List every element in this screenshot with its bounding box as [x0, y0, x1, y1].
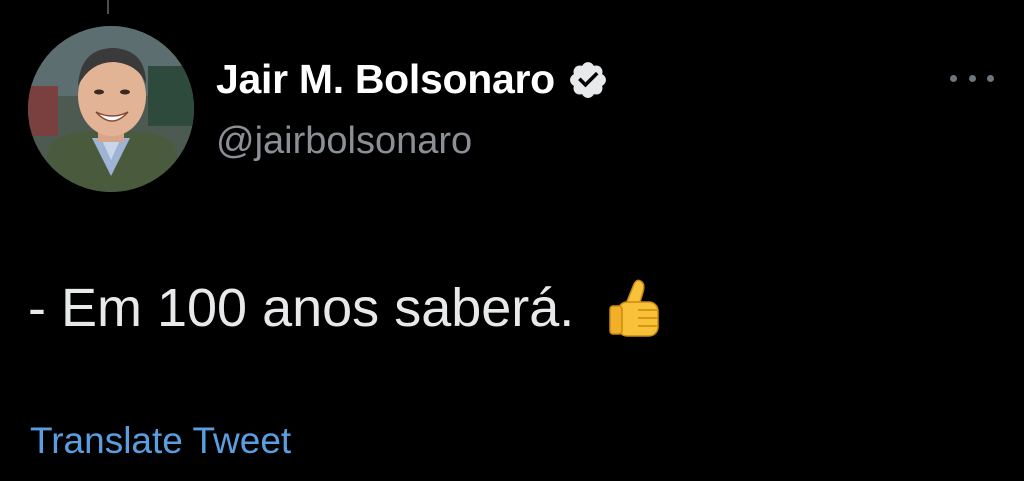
thread-connector-line: [107, 0, 109, 14]
more-dot: [987, 74, 994, 82]
tweet-body: - Em 100 anos saberá.: [28, 276, 668, 340]
more-options-icon[interactable]: [950, 66, 994, 90]
author-handle[interactable]: @jairbolsonaro: [216, 120, 472, 163]
profile-photo-icon: [28, 26, 194, 192]
more-dot: [950, 74, 957, 82]
translate-tweet-link[interactable]: Translate Tweet: [30, 420, 291, 462]
thumbs-up-icon: [604, 276, 668, 340]
tweet-text: - Em 100 anos saberá.: [28, 278, 575, 338]
author-name-row[interactable]: Jair M. Bolsonaro: [216, 56, 609, 103]
author-display-name[interactable]: Jair M. Bolsonaro: [216, 56, 555, 103]
avatar[interactable]: [28, 26, 194, 192]
verified-badge-icon: [567, 59, 609, 101]
more-dot: [968, 74, 976, 82]
